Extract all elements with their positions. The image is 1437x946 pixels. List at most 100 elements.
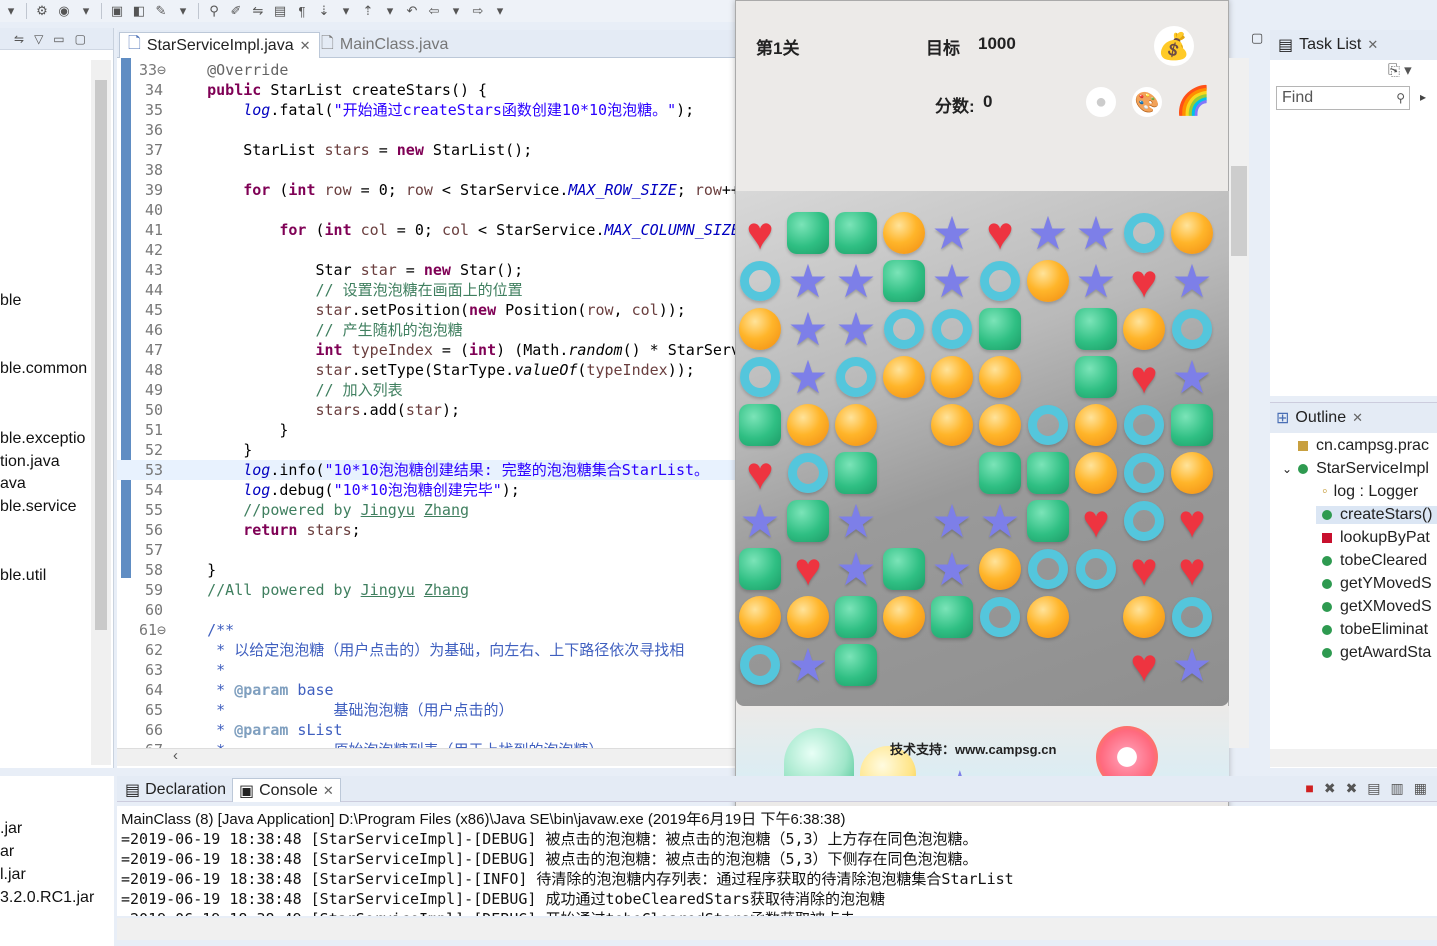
brush-icon[interactable]: ✐ bbox=[227, 2, 245, 20]
candy-square[interactable] bbox=[978, 307, 1022, 351]
console-output[interactable]: MainClass (8) [Java Application] D:\Prog… bbox=[117, 806, 1437, 916]
code-editor[interactable]: 33⊖ @Override 34 public StarList createS… bbox=[117, 58, 740, 768]
candy-ring[interactable] bbox=[978, 595, 1022, 639]
menu-dropdown-icon[interactable]: ▾ bbox=[2, 2, 20, 20]
candy-square[interactable] bbox=[738, 547, 782, 591]
block-icon[interactable]: ▤ bbox=[271, 2, 289, 20]
candy-ball[interactable] bbox=[1122, 595, 1166, 639]
scroll-left-icon[interactable]: ‹ bbox=[173, 747, 178, 764]
candy-square[interactable] bbox=[834, 595, 878, 639]
candy-star[interactable]: ★ bbox=[786, 258, 830, 304]
run-dropdown-icon[interactable]: ▾ bbox=[77, 2, 95, 20]
candy-ball[interactable] bbox=[930, 403, 974, 447]
candy-ball[interactable] bbox=[786, 403, 830, 447]
last-edit-icon[interactable]: ↶ bbox=[403, 2, 421, 20]
candy-heart[interactable]: ♥ bbox=[738, 450, 782, 496]
candy-ball[interactable] bbox=[1170, 451, 1214, 495]
next-annotation-icon[interactable]: ⇣ bbox=[315, 2, 333, 20]
candy-square[interactable] bbox=[786, 211, 830, 255]
next-dropdown-icon[interactable]: ▾ bbox=[337, 2, 355, 20]
candy-ball[interactable] bbox=[882, 211, 926, 255]
paragraph-icon[interactable]: ¶ bbox=[293, 2, 311, 20]
prev-annotation-icon[interactable]: ⇡ bbox=[359, 2, 377, 20]
wand-dropdown-icon[interactable]: ▾ bbox=[174, 2, 192, 20]
candy-ball[interactable] bbox=[882, 595, 926, 639]
task-list-tab[interactable]: ▤ Task List ✕ bbox=[1270, 30, 1437, 60]
tab-declaration[interactable]: ▤ Declaration bbox=[119, 778, 232, 802]
scrollbar-thumb[interactable] bbox=[95, 80, 107, 630]
candy-star[interactable]: ★ bbox=[786, 354, 830, 400]
candy-ball[interactable] bbox=[738, 307, 782, 351]
candy-ball[interactable] bbox=[978, 355, 1022, 399]
candy-square[interactable] bbox=[978, 451, 1022, 495]
candy-square[interactable] bbox=[882, 547, 926, 591]
candy-ball[interactable] bbox=[738, 595, 782, 639]
candy-star[interactable]: ★ bbox=[1170, 258, 1214, 304]
candy-ring[interactable] bbox=[1122, 451, 1166, 495]
candy-ball[interactable] bbox=[1122, 307, 1166, 351]
candy-ring[interactable] bbox=[1122, 403, 1166, 447]
candy-square[interactable] bbox=[1170, 403, 1214, 447]
back-icon[interactable]: ⇦ bbox=[425, 2, 443, 20]
candy-heart[interactable]: ♥ bbox=[1074, 498, 1118, 544]
candy-star[interactable]: ★ bbox=[930, 258, 974, 304]
candy-ring[interactable] bbox=[1074, 547, 1118, 591]
new-task-icon[interactable]: ⎘ ▾ bbox=[1388, 61, 1412, 79]
package-item[interactable]: ava bbox=[0, 475, 26, 493]
game-window[interactable]: 第1关 目标 1000 分数: 0 💰 ● 🎨 🌈 ♥ ★ ♥ ★ ★ ★ ★ ★ ★ ♥ ★ ★ ★ ★… bbox=[735, 0, 1229, 816]
candy-star[interactable]: ★ bbox=[834, 258, 878, 304]
toggle-icon[interactable]: ⇋ bbox=[249, 2, 267, 20]
candy-star[interactable]: ★ bbox=[786, 642, 830, 688]
package-item[interactable]: ble bbox=[0, 292, 21, 310]
scrollbar-thumb[interactable] bbox=[1231, 166, 1247, 256]
candy-ball[interactable] bbox=[1170, 211, 1214, 255]
pin-icon[interactable]: ⚲ bbox=[205, 2, 223, 20]
rainbow-icon[interactable]: 🌈 bbox=[1176, 85, 1211, 116]
jar-item[interactable]: .jar bbox=[0, 820, 22, 838]
candy-square[interactable] bbox=[738, 403, 782, 447]
tab-mainclass[interactable]: 🗋 MainClass.java bbox=[313, 32, 456, 58]
candy-ring[interactable] bbox=[1170, 595, 1214, 639]
explorer-scrollbar[interactable] bbox=[91, 60, 111, 765]
outline-item-method[interactable]: lookupByPat bbox=[1322, 529, 1430, 547]
candy-star[interactable]: ★ bbox=[738, 498, 782, 544]
tab-console[interactable]: ▣ Console ✕ bbox=[232, 778, 341, 802]
scroll-lock-icon[interactable]: ▥ bbox=[1391, 780, 1404, 797]
candy-ring[interactable] bbox=[1122, 211, 1166, 255]
candy-square[interactable] bbox=[834, 451, 878, 495]
candy-star[interactable]: ★ bbox=[1074, 258, 1118, 304]
close-icon[interactable]: ✕ bbox=[1367, 37, 1378, 53]
candy-ring[interactable] bbox=[738, 259, 782, 303]
candy-square[interactable] bbox=[834, 211, 878, 255]
package-item[interactable]: ble.service bbox=[0, 498, 76, 516]
close-icon[interactable]: ✕ bbox=[300, 38, 311, 54]
find-input[interactable]: Find ⚲ bbox=[1276, 86, 1410, 110]
candy-square[interactable] bbox=[834, 643, 878, 687]
maximize-icon[interactable]: ▢ bbox=[1251, 30, 1263, 46]
console-hscrollbar[interactable] bbox=[117, 918, 1437, 940]
candy-ring[interactable] bbox=[1026, 547, 1070, 591]
candy-star[interactable]: ★ bbox=[786, 306, 830, 352]
candy-star[interactable]: ★ bbox=[930, 546, 974, 592]
wand-icon[interactable]: ✎ bbox=[152, 2, 170, 20]
candy-square[interactable] bbox=[1074, 307, 1118, 351]
candy-ball[interactable] bbox=[834, 403, 878, 447]
close-icon[interactable]: ✕ bbox=[1352, 410, 1363, 426]
candy-heart[interactable]: ♥ bbox=[1170, 498, 1214, 544]
candy-ring[interactable] bbox=[882, 307, 926, 351]
outline-item-method[interactable]: getAwardSta bbox=[1322, 644, 1431, 662]
clear-console-icon[interactable]: ▤ bbox=[1367, 780, 1380, 797]
package-item[interactable]: ble.exceptio bbox=[0, 430, 85, 448]
jar-item[interactable]: l.jar bbox=[0, 866, 26, 884]
candy-heart[interactable]: ♥ bbox=[1122, 546, 1166, 592]
outline-item-method-selected[interactable]: createStars() bbox=[1316, 506, 1437, 524]
editor-vscrollbar[interactable] bbox=[1229, 58, 1249, 748]
candy-ball[interactable] bbox=[1026, 595, 1070, 639]
candy-star[interactable]: ★ bbox=[834, 306, 878, 352]
remove-launch-icon[interactable]: ✖ bbox=[1324, 780, 1336, 797]
view-menu-icon[interactable]: ▽ bbox=[34, 32, 43, 46]
candy-ring[interactable] bbox=[1170, 307, 1214, 351]
maximize-icon[interactable]: ▢ bbox=[75, 32, 86, 46]
outline-item-method[interactable]: getXMovedS bbox=[1322, 598, 1432, 616]
tab-starserviceimpl[interactable]: 🗋 StarServiceImpl.java ✕ bbox=[119, 32, 320, 58]
